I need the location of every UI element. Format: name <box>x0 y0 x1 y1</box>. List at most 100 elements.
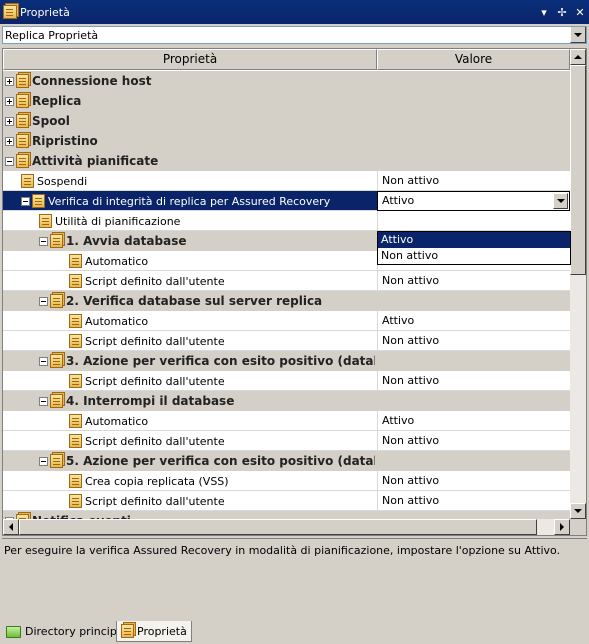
document-stack-icon <box>3 5 17 19</box>
property-value-cell[interactable]: Non attivo <box>377 491 570 511</box>
collapse-icon[interactable] <box>39 456 48 466</box>
expand-icon[interactable] <box>5 136 14 146</box>
document-stack-icon <box>50 294 63 308</box>
category-row[interactable]: Replica <box>3 91 570 111</box>
property-name-cell[interactable]: Script definito dall'utente <box>69 431 375 451</box>
property-row[interactable]: Script definito dall'utente Non attivo <box>3 271 570 291</box>
close-button[interactable]: ✕ <box>571 6 589 19</box>
object-selector-dropdown-button[interactable] <box>570 27 586 43</box>
expand-icon[interactable] <box>5 116 14 126</box>
property-label: Script definito dall'utente <box>85 494 225 508</box>
scroll-right-button[interactable] <box>554 519 570 535</box>
property-row[interactable]: Sospendi Non attivo <box>3 171 570 191</box>
expand-icon[interactable] <box>5 76 14 86</box>
property-name-cell[interactable]: 5. Azione per verifica con esito positiv… <box>39 451 375 471</box>
scrollbar-corner <box>570 519 586 535</box>
window-menu-button[interactable]: ▾ <box>535 6 553 19</box>
horizontal-scroll-thumb[interactable] <box>19 519 537 535</box>
property-label: 4. Interrompi il database <box>66 394 235 408</box>
property-value-cell[interactable]: Non attivo <box>377 471 570 491</box>
tab-label: Directory principali <box>25 625 130 638</box>
category-row[interactable]: Connessione host <box>3 71 570 91</box>
property-name-cell[interactable]: Script definito dall'utente <box>69 371 375 391</box>
property-label: Script definito dall'utente <box>85 334 225 348</box>
property-name-cell[interactable]: Script definito dall'utente <box>69 331 375 351</box>
category-row[interactable]: Spool <box>3 111 570 131</box>
property-value-editor[interactable]: Attivo <box>377 191 570 211</box>
property-name-cell[interactable]: Utilità di pianificazione <box>39 211 375 231</box>
scroll-left-button[interactable] <box>3 519 19 535</box>
property-name-cell[interactable]: Ripristino <box>5 131 375 151</box>
category-row[interactable]: Attività pianificate <box>3 151 570 171</box>
property-row[interactable]: Script definito dall'utente Non attivo <box>3 491 570 511</box>
collapse-icon[interactable] <box>21 196 30 206</box>
property-row[interactable]: Utilità di pianificazione <box>3 211 570 231</box>
vertical-scrollbar[interactable] <box>570 49 586 519</box>
collapse-icon[interactable] <box>39 396 48 406</box>
tab-proprieta[interactable]: Proprietà <box>116 621 192 642</box>
category-row[interactable]: Notifica eventi <box>3 511 570 519</box>
category-row[interactable]: Ripristino <box>3 131 570 151</box>
column-header-property[interactable]: Proprietà <box>3 49 377 70</box>
horizontal-scrollbar[interactable] <box>3 519 570 535</box>
collapse-icon[interactable] <box>39 356 48 366</box>
property-value-cell[interactable]: Attivo <box>377 311 570 331</box>
property-name-cell[interactable]: Replica <box>5 91 375 111</box>
property-label: 2. Verifica database sul server replica <box>66 294 323 308</box>
dropdown-option[interactable]: Non attivo <box>378 248 570 264</box>
property-name-cell[interactable]: Sospendi <box>21 171 375 191</box>
property-row[interactable]: Script definito dall'utente Non attivo <box>3 331 570 351</box>
property-value-cell[interactable]: Non attivo <box>377 431 570 451</box>
description-text: Per eseguire la verifica Assured Recover… <box>4 544 561 557</box>
collapse-icon[interactable] <box>5 156 14 166</box>
property-value-cell[interactable]: Attivo <box>377 411 570 431</box>
category-row[interactable]: 2. Verifica database sul server replica <box>3 291 570 311</box>
property-name-cell[interactable]: 4. Interrompi il database <box>39 391 375 411</box>
property-name-cell[interactable]: Connessione host <box>5 71 375 91</box>
object-selector[interactable]: Replica Proprietà <box>2 26 587 44</box>
property-label: 1. Avvia database <box>66 234 187 248</box>
property-name-cell[interactable]: Verifica di integrità di replica per Ass… <box>21 191 375 211</box>
value-dropdown-button[interactable] <box>553 193 568 209</box>
property-name-cell[interactable]: Automatico <box>69 311 375 331</box>
vertical-scroll-thumb[interactable] <box>570 65 586 275</box>
property-row[interactable]: Script definito dall'utente Non attivo <box>3 431 570 451</box>
tab-directory-principali[interactable]: Directory principali <box>2 621 135 642</box>
property-name-cell[interactable]: 1. Avvia database <box>39 231 375 251</box>
property-name-cell[interactable]: Spool <box>5 111 375 131</box>
collapse-icon[interactable] <box>39 236 48 246</box>
category-row[interactable]: 5. Azione per verifica con esito positiv… <box>3 451 570 471</box>
property-value-cell[interactable] <box>377 211 570 231</box>
property-row[interactable]: Crea copia replicata (VSS) Non attivo <box>3 471 570 491</box>
property-value-cell[interactable]: Non attivo <box>377 371 570 391</box>
collapse-icon[interactable] <box>39 296 48 306</box>
column-header-value[interactable]: Valore <box>377 49 570 70</box>
property-name-cell[interactable]: Notifica eventi <box>5 511 375 519</box>
pin-button[interactable]: ✢ <box>553 6 571 19</box>
property-value-cell[interactable]: Non attivo <box>377 171 570 191</box>
property-row[interactable]: Automatico Attivo <box>3 311 570 331</box>
property-row[interactable]: Verifica di integrità di replica per Ass… <box>3 191 570 211</box>
dropdown-option[interactable]: Attivo <box>378 232 570 248</box>
property-row[interactable]: Script definito dall'utente Non attivo <box>3 371 570 391</box>
property-name-cell[interactable]: Crea copia replicata (VSS) <box>69 471 375 491</box>
property-value-cell[interactable]: Non attivo <box>377 331 570 351</box>
property-name-cell[interactable]: Script definito dall'utente <box>69 271 375 291</box>
property-name-cell[interactable]: 2. Verifica database sul server replica <box>39 291 375 311</box>
property-row[interactable]: Automatico Attivo <box>3 411 570 431</box>
property-value-cell[interactable]: Non attivo <box>377 271 570 291</box>
property-value: Attivo <box>382 414 415 427</box>
folder-icon <box>6 625 21 638</box>
scroll-up-button[interactable] <box>570 49 586 65</box>
property-name-cell[interactable]: Automatico <box>69 251 375 271</box>
category-row[interactable]: 3. Azione per verifica con esito positiv… <box>3 351 570 371</box>
expand-icon[interactable] <box>5 96 14 106</box>
property-name-cell[interactable]: Attività pianificate <box>5 151 375 171</box>
value-dropdown-list[interactable]: Attivo Non attivo <box>377 231 571 265</box>
property-name-cell[interactable]: Script definito dall'utente <box>69 491 375 511</box>
scroll-down-button[interactable] <box>570 503 586 519</box>
category-row[interactable]: 4. Interrompi il database <box>3 391 570 411</box>
property-label: Verifica di integrità di replica per Ass… <box>48 194 331 208</box>
property-name-cell[interactable]: Automatico <box>69 411 375 431</box>
property-name-cell[interactable]: 3. Azione per verifica con esito positiv… <box>39 351 375 371</box>
